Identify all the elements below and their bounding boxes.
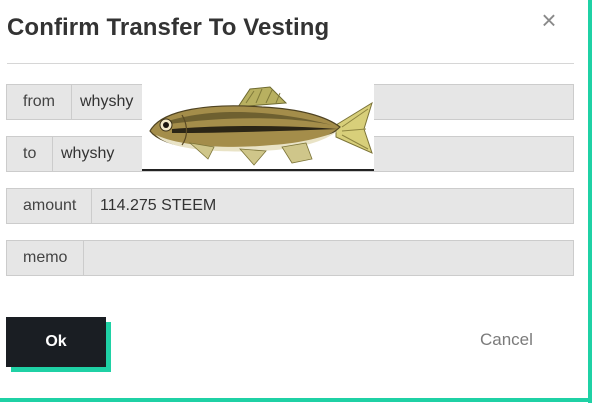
close-icon[interactable]: × bbox=[538, 7, 560, 33]
to-label: to bbox=[6, 136, 53, 172]
minnow-fish-image bbox=[142, 81, 374, 171]
image-underline bbox=[142, 169, 374, 171]
accent-border-bottom bbox=[0, 398, 592, 402]
memo-field[interactable] bbox=[84, 240, 574, 276]
amount-field[interactable]: 114.275 STEEM bbox=[92, 188, 574, 224]
memo-label: memo bbox=[6, 240, 84, 276]
accent-border-right bbox=[588, 0, 592, 403]
amount-label: amount bbox=[6, 188, 92, 224]
title-divider bbox=[7, 63, 574, 64]
memo-row: memo bbox=[6, 240, 574, 276]
dialog-title: Confirm Transfer To Vesting bbox=[7, 14, 330, 41]
cancel-button[interactable]: Cancel bbox=[480, 330, 533, 350]
fish-icon bbox=[149, 86, 373, 166]
ok-button[interactable]: Ok bbox=[6, 317, 106, 367]
amount-row: amount 114.275 STEEM bbox=[6, 188, 574, 224]
confirm-transfer-dialog: Confirm Transfer To Vesting × from whysh… bbox=[0, 0, 594, 403]
from-label: from bbox=[6, 84, 72, 120]
